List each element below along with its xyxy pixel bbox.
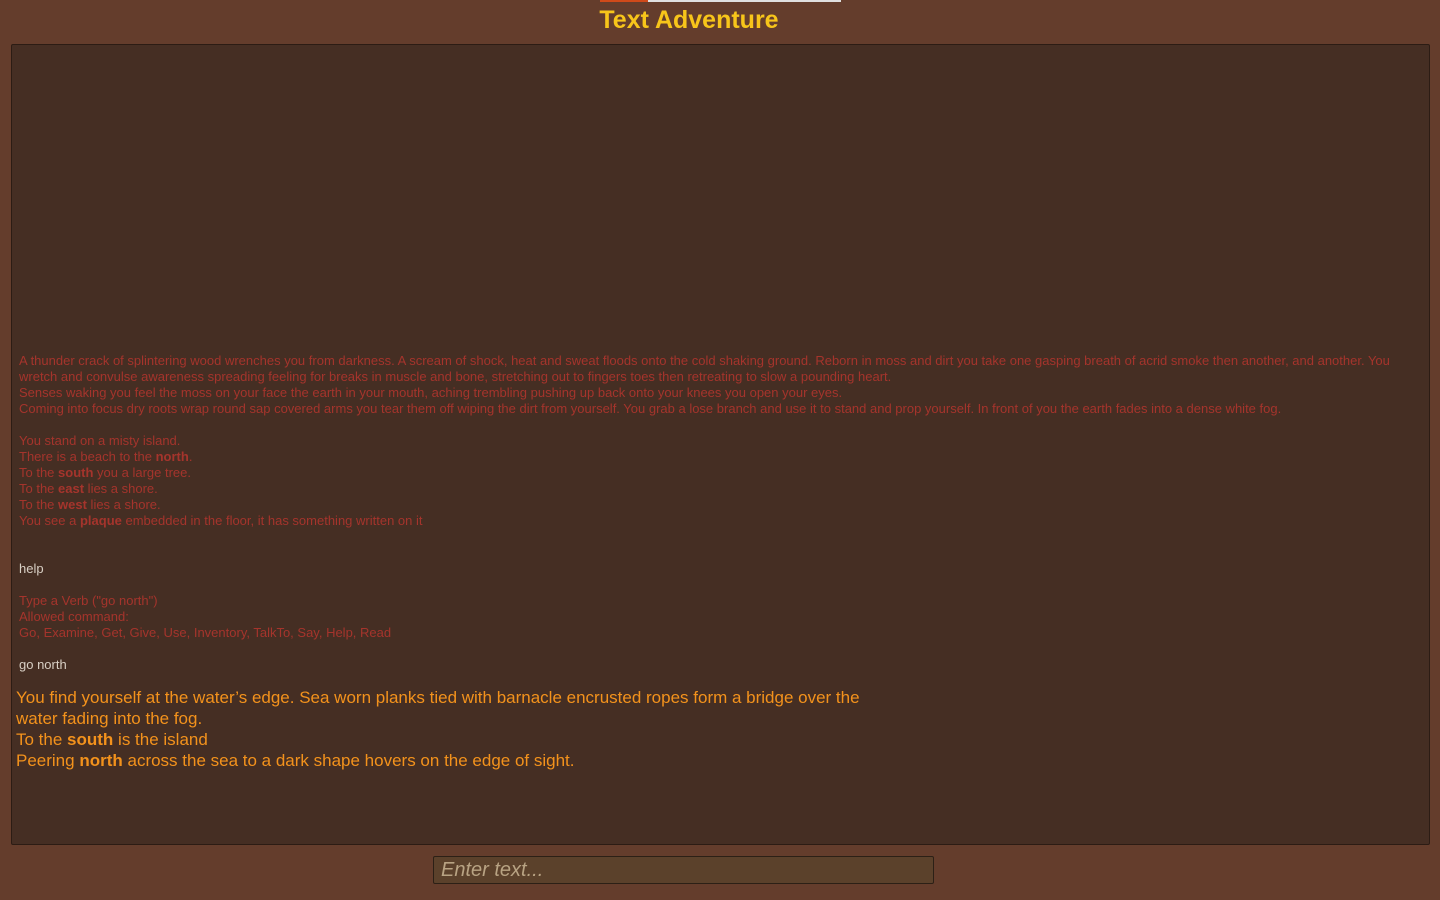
loading-progress-bar [600,0,841,2]
current-keyword-south: south [67,730,114,749]
room-description: You stand on a misty island. [19,433,181,448]
keyword-west: west [58,497,87,512]
help-line-3: Go, Examine, Get, Give, Use, Inventory, … [19,625,392,640]
game-log-content: A thunder crack of splintering wood wren… [12,353,1429,771]
help-line-1: Type a Verb ("go north") [19,593,158,608]
exit-south-line: To the south you a large tree. [19,465,191,480]
current-keyword-north: north [79,751,123,770]
keyword-south: south [58,465,94,480]
player-command-help: help [19,561,44,576]
keyword-north: north [155,449,189,464]
keyword-plaque: plaque [79,513,122,528]
exit-west-line: To the west lies a shore. [19,497,161,512]
intro-paragraph-2: Senses waking you feel the moss on your … [19,385,843,400]
help-line-2: Allowed command: [19,609,129,624]
current-exit-north: Peering north across the sea to a dark s… [16,751,575,770]
exit-north-line: There is a beach to the north. [19,449,193,464]
command-input[interactable] [433,856,934,884]
object-plaque-line: You see a plaque embedded in the floor, … [19,513,423,528]
exit-east-line: To the east lies a shore. [19,481,158,496]
intro-paragraph-3: Coming into focus dry roots wrap round s… [19,401,1282,416]
player-command-go-north: go north [19,657,67,672]
loading-progress-fill [600,0,649,2]
current-description: You find yourself at the water’s edge. S… [16,688,860,728]
current-exit-south: To the south is the island [16,730,208,749]
intro-paragraph-1: A thunder crack of splintering wood wren… [19,353,1394,384]
game-log-panel[interactable]: A thunder crack of splintering wood wren… [11,44,1430,845]
game-title: Text Adventure [599,6,779,34]
keyword-east: east [58,481,85,496]
